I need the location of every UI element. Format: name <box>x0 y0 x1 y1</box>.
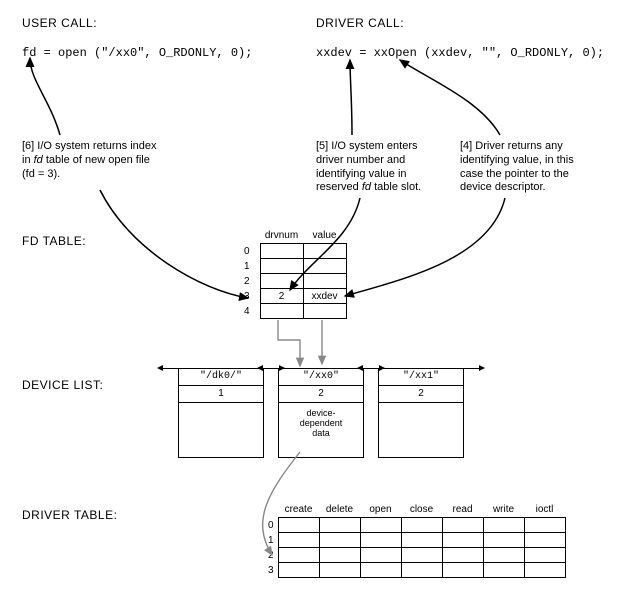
device-name: "/xx0" <box>279 369 363 385</box>
device-drvnum: 2 <box>279 385 363 403</box>
device-drvnum: 2 <box>379 385 463 403</box>
fd-cell: 2 <box>260 289 303 304</box>
list-prev-arrow-icon <box>361 368 379 369</box>
drv-header: close <box>401 504 442 518</box>
drv-header: open <box>360 504 401 518</box>
heading-device-list: DEVICE LIST: <box>22 378 103 392</box>
fd-row-idx: 4 <box>238 304 260 319</box>
code-user-call: fd = open ("/xx0", O_RDONLY, 0); <box>22 46 252 60</box>
fd-cell <box>303 304 346 319</box>
fd-row-idx: 1 <box>238 259 260 274</box>
fd-cell <box>303 244 346 259</box>
device-box: "/dk0/" 1 <box>178 368 264 458</box>
heading-driver-call: DRIVER CALL: <box>316 16 404 30</box>
arrow-fd-to-device <box>278 320 300 366</box>
fd-table: drvnum value 0 1 2 32xxdev 4 <box>238 230 347 319</box>
note-5-suffix: table slot. <box>371 181 421 193</box>
fd-cell <box>260 259 303 274</box>
arrow-note6-to-fdrow <box>100 190 248 298</box>
fd-row-idx: 2 <box>238 274 260 289</box>
device-name: "/xx1" <box>379 369 463 385</box>
fd-cell: xxdev <box>303 289 346 304</box>
drv-row-idx: 2 <box>258 548 278 563</box>
fd-row-idx: 3 <box>238 289 260 304</box>
fd-header-value: value <box>303 230 346 244</box>
heading-fd-table: FD TABLE: <box>22 234 86 248</box>
device-box: "/xx1" 2 <box>378 368 464 458</box>
heading-driver-table: DRIVER TABLE: <box>22 508 117 522</box>
list-prev-arrow-icon <box>161 368 179 369</box>
fd-cell <box>303 259 346 274</box>
device-body <box>379 403 463 457</box>
list-prev-arrow-icon <box>261 368 279 369</box>
fd-cell <box>260 304 303 319</box>
arrow-note5-to-code <box>350 60 352 135</box>
heading-user-call: USER CALL: <box>22 16 97 30</box>
fd-row-idx: 0 <box>238 244 260 259</box>
device-list: "/dk0/" 1 "/xx0" 2 device- dependent dat… <box>178 368 464 458</box>
device-body: device- dependent data <box>279 403 363 457</box>
drv-header: ioctl <box>524 504 565 518</box>
drv-row-idx: 1 <box>258 533 278 548</box>
note-6: [6] I/O system returns index in fd table… <box>22 140 157 181</box>
device-name: "/dk0/" <box>179 369 263 385</box>
arrow-note4-to-fdrow <box>345 198 505 296</box>
drv-row-idx: 3 <box>258 563 278 578</box>
fd-cell <box>260 244 303 259</box>
note-4: [4] Driver returns any identifying value… <box>460 140 595 195</box>
arrow-note4-to-code <box>400 60 500 135</box>
note-6-italic: fd <box>34 154 43 166</box>
drv-header: write <box>483 504 524 518</box>
list-next-arrow-icon <box>463 368 481 369</box>
note-5: [5] I/O system enters driver number and … <box>316 140 441 195</box>
device-body <box>179 403 263 457</box>
fd-cell <box>303 274 346 289</box>
drv-header: delete <box>319 504 360 518</box>
note-5-italic: fd <box>362 181 371 193</box>
code-driver-call: xxdev = xxOpen (xxdev, "", O_RDONLY, 0); <box>316 46 604 60</box>
drv-header: read <box>442 504 483 518</box>
fd-cell <box>260 274 303 289</box>
driver-table: create delete open close read write ioct… <box>258 504 566 578</box>
fd-header-drvnum: drvnum <box>260 230 303 244</box>
arrow-note6-to-code <box>30 58 60 135</box>
device-drvnum: 1 <box>179 385 263 403</box>
drv-header: create <box>278 504 319 518</box>
drv-row-idx: 0 <box>258 518 278 533</box>
device-box: "/xx0" 2 device- dependent data <box>278 368 364 458</box>
